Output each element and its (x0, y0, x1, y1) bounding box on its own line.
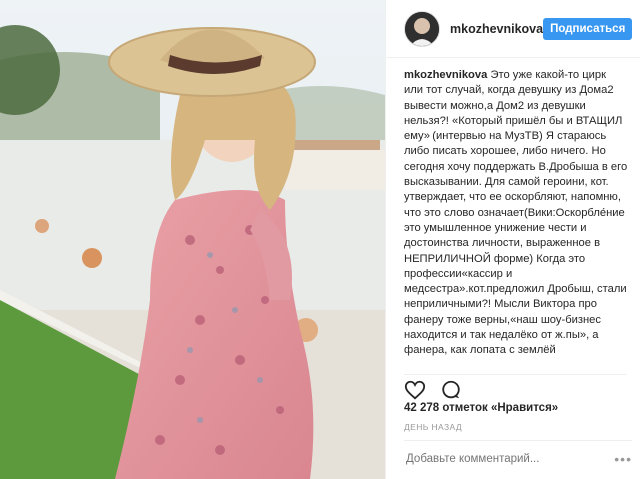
post-sidebar: mkozhevnikova Подписаться mkozhevnikova … (385, 0, 640, 479)
caption-text: Это уже какой-то цирк или тот случай, ко… (404, 69, 628, 357)
post-photo[interactable] (0, 0, 385, 479)
comment-input[interactable] (404, 452, 615, 466)
username-link[interactable]: mkozhevnikova (450, 22, 543, 36)
comment-bar: ••• (404, 440, 632, 477)
caption-author[interactable]: mkozhevnikova (404, 69, 487, 81)
likes-count[interactable]: 42 278 отметок «Нравится» (404, 402, 558, 414)
post-header: mkozhevnikova Подписаться (386, 0, 640, 58)
post-caption: mkozhevnikova Это уже какой-то цирк или … (404, 68, 629, 368)
post-timestamp: ДЕНЬ НАЗАД (404, 422, 463, 432)
avatar-image (405, 11, 439, 46)
follow-button[interactable]: Подписаться (543, 17, 633, 40)
post-photo-image (0, 0, 385, 479)
instagram-post: mkozhevnikova Подписаться mkozhevnikova … (0, 0, 640, 479)
more-options-icon[interactable]: ••• (614, 451, 632, 467)
avatar[interactable] (404, 10, 440, 47)
